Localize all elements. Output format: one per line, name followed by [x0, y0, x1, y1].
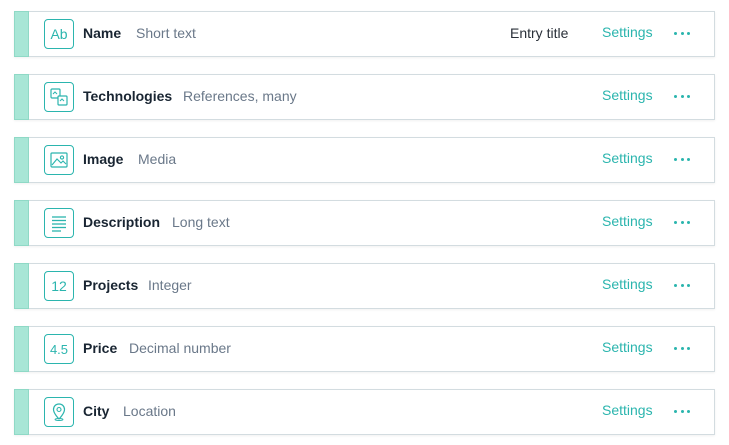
entry-title-badge: Entry title — [510, 25, 569, 41]
references-icon — [44, 82, 74, 112]
field-row-city: City Location Settings — [14, 389, 715, 435]
more-options-button[interactable] — [674, 84, 690, 108]
field-row-description: Description Long text Settings — [14, 200, 715, 246]
content-type-field-list: Ab Name Short text Entry title Settings … — [14, 11, 715, 445]
field-row-image: Image Media Settings — [14, 137, 715, 183]
field-name: Image — [83, 151, 124, 167]
drag-handle[interactable] — [14, 137, 29, 183]
field-type: Long text — [172, 214, 230, 230]
settings-link[interactable]: Settings — [602, 87, 653, 103]
field-name: City — [83, 403, 110, 419]
drag-handle[interactable] — [14, 389, 29, 435]
drag-handle[interactable] — [14, 11, 29, 57]
field-row-projects: 12 Projects Integer Settings — [14, 263, 715, 309]
integer-icon: 12 — [44, 271, 74, 301]
decimal-icon: 4.5 — [44, 334, 74, 364]
field-row-name: Ab Name Short text Entry title Settings — [14, 11, 715, 57]
field-name: Technologies — [83, 88, 173, 104]
more-options-button[interactable] — [674, 21, 690, 45]
field-type: Decimal number — [129, 340, 231, 356]
drag-handle[interactable] — [14, 326, 29, 372]
field-type: References, many — [183, 88, 297, 104]
field-type: Media — [138, 151, 177, 167]
media-icon — [44, 145, 74, 175]
short-text-icon: Ab — [44, 19, 74, 49]
field-type: Integer — [148, 277, 192, 293]
settings-link[interactable]: Settings — [602, 339, 653, 355]
field-name: Price — [83, 340, 118, 356]
settings-link[interactable]: Settings — [602, 213, 653, 229]
field-name: Projects — [83, 277, 139, 293]
location-icon — [44, 397, 74, 427]
long-text-icon — [44, 208, 74, 238]
settings-link[interactable]: Settings — [602, 402, 653, 418]
field-row-price: 4.5 Price Decimal number Settings — [14, 326, 715, 372]
field-name: Description — [83, 214, 161, 230]
more-options-button[interactable] — [674, 273, 690, 297]
drag-handle[interactable] — [14, 74, 29, 120]
field-type: Short text — [136, 25, 196, 41]
drag-handle[interactable] — [14, 200, 29, 246]
field-row-technologies: Technologies References, many Settings — [14, 74, 715, 120]
more-options-button[interactable] — [674, 210, 690, 234]
more-options-button[interactable] — [674, 147, 690, 171]
settings-link[interactable]: Settings — [602, 150, 653, 166]
drag-handle[interactable] — [14, 263, 29, 309]
field-type: Location — [123, 403, 176, 419]
field-name: Name — [83, 25, 122, 41]
settings-link[interactable]: Settings — [602, 276, 653, 292]
more-options-button[interactable] — [674, 399, 690, 423]
more-options-button[interactable] — [674, 336, 690, 360]
settings-link[interactable]: Settings — [602, 24, 653, 40]
